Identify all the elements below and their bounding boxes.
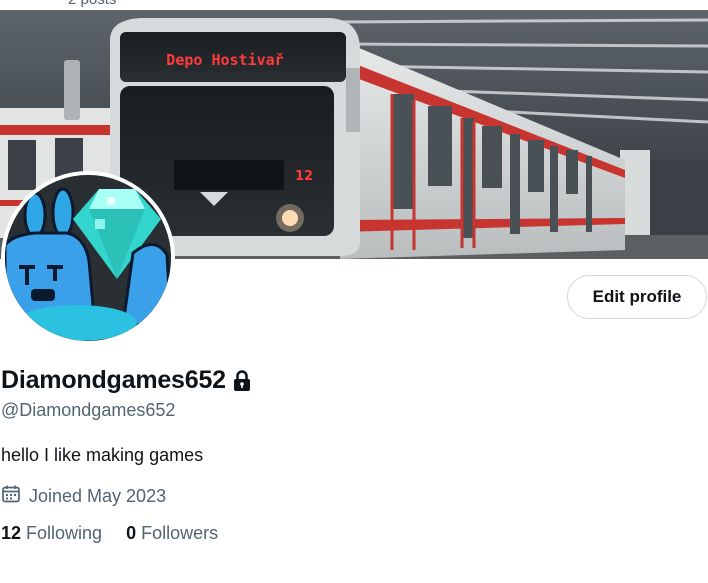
train-number: 12 bbox=[295, 169, 313, 184]
edit-profile-button[interactable]: Edit profile bbox=[567, 275, 707, 319]
followers-label: Followers bbox=[141, 523, 219, 543]
destination-sign: Depo Hostivař bbox=[166, 51, 283, 69]
joined-date: Joined May 2023 bbox=[1, 484, 166, 509]
display-name: Diamondgames652 bbox=[1, 366, 226, 394]
profile-bio: hello I like making games bbox=[1, 445, 204, 465]
name-row: Diamondgames652 bbox=[1, 366, 251, 395]
lock-icon bbox=[233, 369, 251, 392]
following-label: Following bbox=[26, 523, 103, 543]
posts-count: 2 posts bbox=[68, 0, 116, 8]
profile-avatar[interactable] bbox=[1, 171, 175, 345]
profile-handle: @Diamondgames652 bbox=[1, 400, 176, 420]
following-link[interactable]: 12 Following bbox=[1, 523, 102, 544]
calendar-icon bbox=[1, 484, 21, 509]
following-count: 12 bbox=[1, 523, 22, 543]
top-header: 2 posts bbox=[0, 0, 708, 10]
follow-stats: 12 Following 0 Followers bbox=[1, 523, 218, 544]
followers-count: 0 bbox=[126, 523, 137, 543]
avatar-image bbox=[5, 175, 171, 341]
joined-text: Joined May 2023 bbox=[29, 486, 167, 506]
followers-link[interactable]: 0 Followers bbox=[126, 523, 218, 544]
